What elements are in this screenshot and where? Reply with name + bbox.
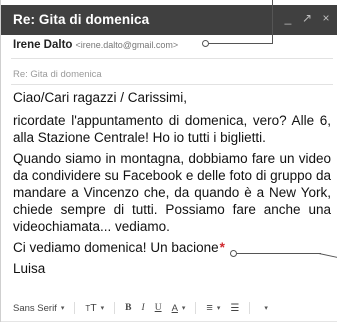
text-color-button[interactable]: A ▾: [172, 303, 186, 314]
window-controls: _ ↗ ×: [282, 11, 332, 25]
closing-text: Ci vediamo domenica! Un bacione: [13, 240, 219, 255]
message-body[interactable]: Ciao/Cari ragazzi / Carissimi, ricordate…: [13, 89, 331, 277]
chevron-down-icon: ▾: [60, 305, 65, 312]
formatting-toolbar: Sans Serif ▾ TT ▾ B I U A ▾ ≡ ▾ ☰ ▾: [13, 298, 278, 318]
callout-line: [272, 0, 273, 44]
chevron-down-icon: ▾: [264, 305, 268, 312]
more-formatting-button[interactable]: ▾: [260, 304, 268, 312]
compose-title-bar[interactable]: Re: Gita di domenica _ ↗ ×: [1, 5, 337, 35]
paragraph: Quando siamo in montagna, dobbiamo fare …: [13, 151, 331, 234]
callout-marker: [230, 250, 237, 257]
toolbar-divider: [114, 302, 116, 314]
align-icon: ≡: [206, 302, 213, 314]
callout-marker: [202, 40, 209, 47]
italic-button[interactable]: I: [142, 303, 145, 313]
chevron-down-icon: ▾: [181, 305, 186, 312]
minimize-icon[interactable]: _: [282, 11, 294, 25]
list-button[interactable]: ☰: [230, 303, 239, 314]
divider: [11, 84, 333, 85]
numbered-list-icon: ☰: [230, 302, 240, 314]
greeting: Ciao/Cari ragazzi / Carissimi,: [13, 90, 188, 105]
paragraph: ricordate l'appuntamento di domenica, ve…: [13, 113, 331, 145]
text-color-icon: A: [171, 302, 178, 314]
from-field[interactable]: Irene Dalto <irene.dalto@gmail.com>: [13, 39, 178, 51]
sender-email: <irene.dalto@gmail.com>: [75, 40, 179, 50]
toolbar-divider: [249, 302, 251, 314]
chevron-down-icon: ▾: [100, 305, 105, 312]
compose-window: Re: Gita di domenica _ ↗ × Irene Dalto <i…: [0, 0, 337, 322]
callout-line: [237, 253, 321, 254]
annotation-marker: *: [219, 240, 225, 255]
subject-field[interactable]: Re: Gita di domenica: [13, 69, 102, 80]
close-icon[interactable]: ×: [320, 11, 332, 25]
expand-icon[interactable]: ↗: [301, 11, 313, 25]
toolbar-divider: [195, 302, 197, 314]
signature: Luisa: [13, 261, 46, 276]
font-family-select[interactable]: Sans Serif ▾: [13, 303, 64, 314]
font-family-label: Sans Serif: [13, 302, 57, 314]
align-button[interactable]: ≡ ▾: [206, 302, 220, 314]
font-size-select[interactable]: TT ▾: [85, 302, 104, 314]
window-title: Re: Gita di domenica: [13, 12, 150, 27]
divider: [11, 58, 333, 59]
chevron-down-icon: ▾: [216, 305, 221, 312]
sender-name: Irene Dalto: [13, 39, 73, 51]
bold-button[interactable]: B: [125, 303, 131, 313]
underline-button[interactable]: U: [155, 303, 162, 313]
callout-line: [208, 43, 273, 44]
toolbar-divider: [74, 302, 76, 314]
text-size-icon: TT: [85, 302, 97, 314]
